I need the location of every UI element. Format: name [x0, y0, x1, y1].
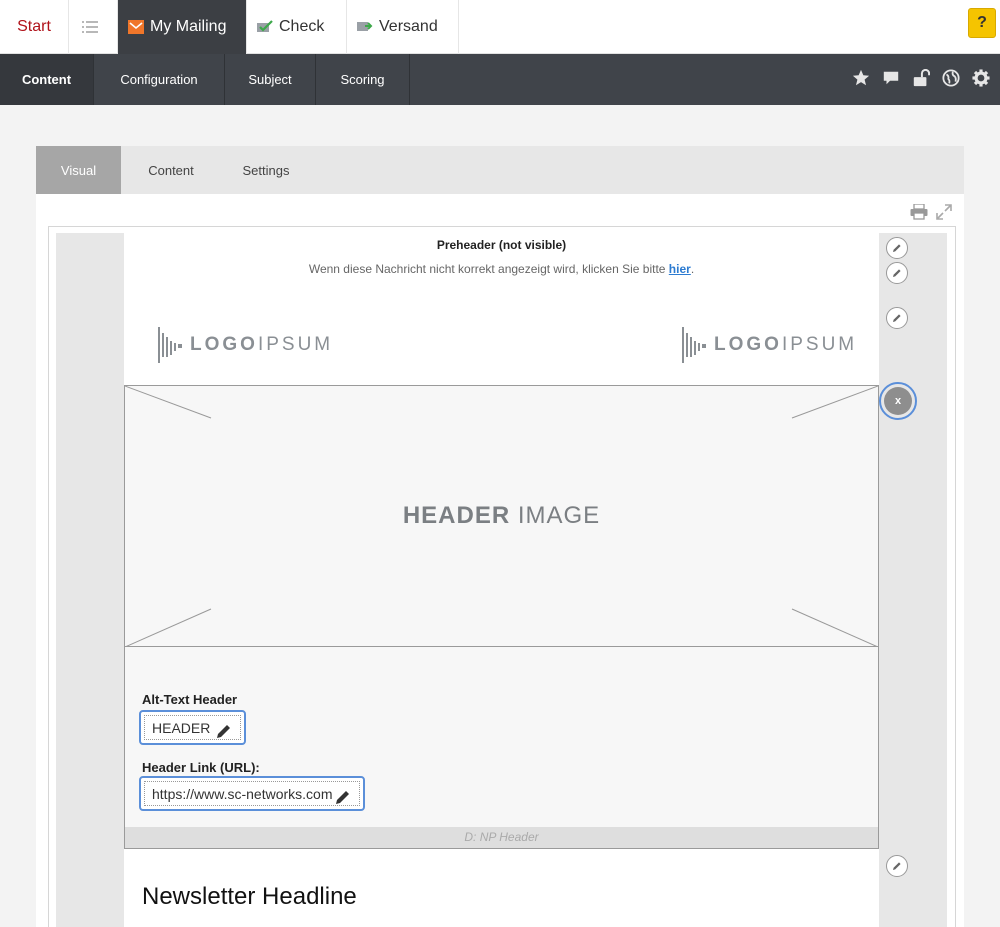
logo-mark-icon: [682, 327, 706, 363]
alt-text-field[interactable]: HEADER: [139, 710, 246, 745]
tab-my-mailing[interactable]: My Mailing: [118, 0, 247, 54]
subnav-configuration[interactable]: Configuration: [94, 54, 225, 105]
close-header-edit-button[interactable]: x: [879, 382, 917, 420]
header-image-bold: HEADER: [402, 502, 511, 529]
pencil-icon: [893, 244, 901, 252]
header-image-light: IMAGE: [510, 502, 601, 529]
mail-preview-frame: Preheader (not visible) Wenn diese Nachr…: [48, 226, 956, 927]
header-image-placeholder[interactable]: HEADER IMAGE: [125, 386, 878, 647]
preheader-suffix: .: [690, 262, 695, 276]
logo-right: LOGOIPSUM: [682, 327, 857, 363]
mail-content: Preheader (not visible) Wenn diese Nachr…: [124, 233, 879, 927]
preheader-link[interactable]: hier: [669, 262, 691, 276]
logo-left-text: LOGOIPSUM: [190, 334, 333, 356]
tab-start[interactable]: Start: [0, 0, 69, 54]
star-icon[interactable]: [852, 69, 870, 87]
editor-panel: Visual Content Settings Preheader (not v…: [36, 146, 964, 927]
subnav-subject[interactable]: Subject: [225, 54, 316, 105]
preheader-message: Wenn diese Nachricht nicht korrekt angez…: [308, 262, 669, 276]
subnav-icons: [852, 69, 990, 87]
tab-check[interactable]: Check: [247, 0, 347, 54]
header-link-value: https://www.sc-networks.com: [152, 785, 333, 802]
preheader-text: Wenn diese Nachricht nicht korrekt angez…: [124, 262, 879, 276]
tab-start-label: Start: [17, 18, 51, 35]
pencil-icon: [893, 314, 901, 322]
tab-content[interactable]: Content: [121, 146, 221, 194]
list-icon[interactable]: [69, 0, 118, 54]
left-gutter: [56, 233, 124, 927]
expand-icon[interactable]: [936, 204, 952, 220]
send-icon: [357, 22, 373, 31]
pencil-icon: [893, 269, 901, 277]
comment-icon[interactable]: [882, 69, 900, 87]
header-link-field[interactable]: https://www.sc-networks.com: [139, 776, 365, 811]
logo-right-bold: LOGO: [714, 334, 782, 355]
logo-left-light: IPSUM: [257, 334, 334, 355]
edit-preheader-text-button[interactable]: [886, 262, 908, 284]
logo-left: LOGOIPSUM: [158, 327, 333, 363]
header-link-label: Header Link (URL):: [142, 760, 260, 775]
panel-tabs: Visual Content Settings: [36, 146, 964, 194]
envelope-icon: [128, 20, 144, 34]
close-icon: x: [884, 387, 912, 415]
preview-tools: [910, 204, 952, 220]
right-gutter: [879, 233, 947, 927]
alt-text-value: HEADER: [152, 719, 211, 736]
subnav-scoring[interactable]: Scoring: [316, 54, 410, 105]
pencil-icon: [893, 862, 901, 870]
sub-navigation: Content Configuration Subject Scoring: [0, 54, 1000, 105]
edit-logo-button[interactable]: [886, 307, 908, 329]
globe-icon[interactable]: [942, 69, 960, 87]
header-image-label: HEADER IMAGE: [125, 502, 878, 530]
subnav-content[interactable]: Content: [0, 54, 94, 105]
block-footer: D: NP Header: [125, 827, 878, 848]
edit-headline-button[interactable]: [886, 855, 908, 877]
top-bar: Start My Mailing Check Versand ?: [0, 0, 1000, 54]
help-button[interactable]: ?: [968, 8, 996, 38]
pencil-icon[interactable]: [216, 723, 232, 739]
alt-text-label: Alt-Text Header: [142, 692, 238, 707]
tab-versand[interactable]: Versand: [347, 0, 459, 54]
tab-versand-label: Versand: [379, 18, 438, 35]
tab-my-mailing-label: My Mailing: [150, 18, 227, 35]
tab-settings[interactable]: Settings: [221, 146, 311, 194]
logo-left-bold: LOGO: [190, 334, 258, 355]
gear-icon[interactable]: [972, 69, 990, 87]
check-icon: [257, 20, 273, 32]
newsletter-headline: Newsletter Headline: [142, 883, 357, 910]
logo-mark-icon: [158, 327, 182, 363]
logo-right-light: IPSUM: [781, 334, 858, 355]
preheader-title: Preheader (not visible): [436, 238, 567, 252]
logo-right-text: LOGOIPSUM: [714, 334, 857, 356]
pencil-icon[interactable]: [335, 789, 351, 805]
unlock-icon[interactable]: [912, 69, 930, 87]
print-icon[interactable]: [910, 204, 928, 220]
tab-visual[interactable]: Visual: [36, 146, 121, 194]
tab-check-label: Check: [279, 18, 325, 35]
edit-preheader-title-button[interactable]: [886, 237, 908, 259]
header-block: HEADER IMAGE Alt-Text Header HEADER Head…: [124, 385, 879, 849]
